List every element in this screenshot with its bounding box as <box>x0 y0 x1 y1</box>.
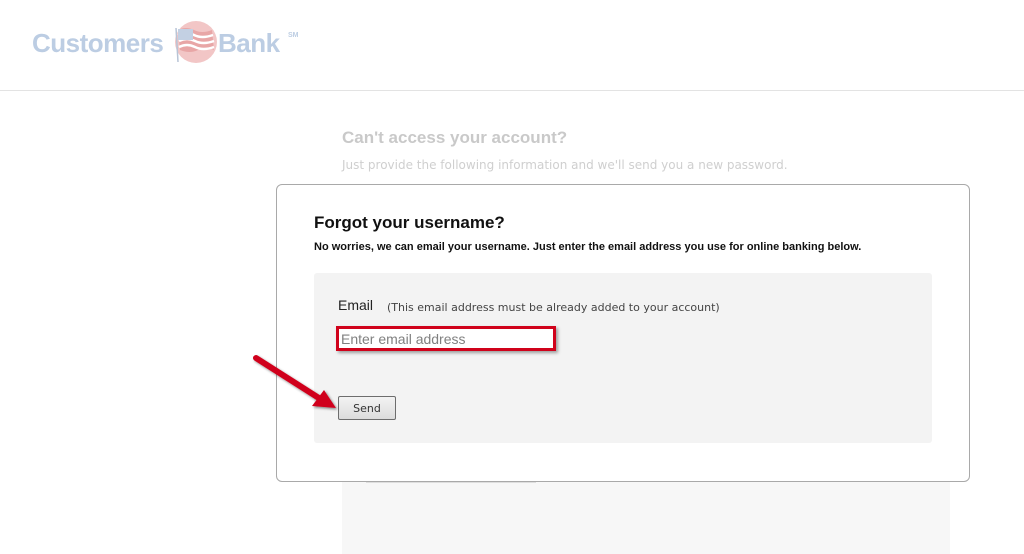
email-note: (This email address must be already adde… <box>387 301 720 314</box>
background-subtitle: Just provide the following information a… <box>342 158 788 172</box>
email-form: Email (This email address must be alread… <box>314 273 932 443</box>
email-input[interactable] <box>336 326 556 351</box>
forgot-username-dialog: Forgot your username? No worries, we can… <box>276 184 970 482</box>
service-mark: SM <box>288 32 299 39</box>
dialog-title: Forgot your username? <box>314 213 505 232</box>
background-divider <box>366 482 536 483</box>
dialog-description: No worries, we can email your username. … <box>314 241 862 253</box>
background-title: Can't access your account? <box>342 128 568 147</box>
send-button[interactable]: Send <box>338 396 396 420</box>
flag-icon <box>175 21 217 63</box>
page-header: Customers Bank SM <box>0 0 1024 91</box>
logo-text-bank: Bank <box>218 28 280 58</box>
red-arrow-icon <box>253 355 336 408</box>
logo-text-customers: Customers <box>32 28 164 58</box>
email-label: Email <box>338 297 374 313</box>
